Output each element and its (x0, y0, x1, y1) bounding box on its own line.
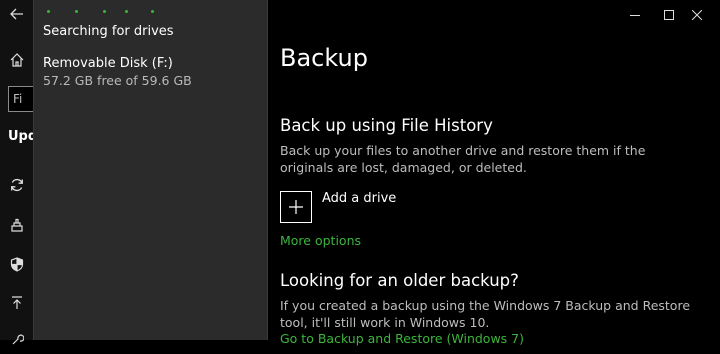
drive-free-space: 57.2 GB free of 59.6 GB (43, 73, 192, 88)
select-drive-flyout: Searching for drives Removable Disk (F:)… (33, 0, 268, 340)
home-icon (10, 53, 24, 67)
progress-dots (47, 8, 157, 14)
backup-restore-link[interactable]: Go to Backup and Restore (Windows 7) (280, 331, 524, 346)
add-drive-label: Add a drive (322, 191, 397, 206)
add-drive-button[interactable]: Add a drive (280, 191, 430, 223)
search-status-text: Searching for drives (43, 24, 174, 39)
back-button[interactable] (0, 0, 34, 28)
settings-nav: Fi Upd (0, 0, 38, 345)
nav-windows-update[interactable] (0, 171, 34, 199)
file-history-description: Back up your files to another drive and … (280, 143, 646, 175)
older-backup-description: If you created a backup using the Window… (280, 298, 691, 330)
nav-delivery-optimization[interactable] (0, 211, 34, 239)
more-options-link[interactable]: More options (280, 233, 361, 248)
nav-troubleshoot[interactable] (0, 326, 34, 354)
nav-windows-security[interactable] (0, 250, 34, 278)
drive-name: Removable Disk (F:) (43, 56, 173, 71)
delivery-icon (11, 218, 23, 232)
nav-backup[interactable] (0, 289, 34, 317)
plus-icon (289, 200, 303, 214)
older-backup-heading: Looking for an older backup? (280, 271, 519, 290)
upload-icon (12, 296, 22, 309)
drive-option[interactable]: Removable Disk (F:) 57.2 GB free of 59.6… (34, 50, 267, 94)
sync-icon (11, 178, 23, 192)
add-drive-tile (280, 191, 312, 223)
page-title: Backup (280, 44, 368, 72)
wrench-icon (12, 334, 24, 345)
file-history-heading: Back up using File History (280, 116, 493, 135)
shield-icon (10, 256, 24, 272)
backup-page: Backup Back up using File History Back u… (280, 0, 710, 346)
back-arrow-icon (10, 8, 23, 20)
nav-home[interactable] (0, 46, 34, 74)
